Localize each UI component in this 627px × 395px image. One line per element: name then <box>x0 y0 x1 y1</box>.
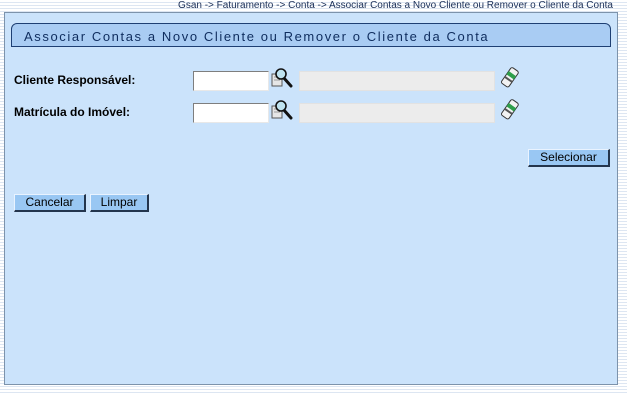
limpar-button[interactable]: Limpar <box>90 194 149 212</box>
search-cliente-icon[interactable] <box>271 67 293 89</box>
breadcrumb: Gsan -> Faturamento -> Conta -> Associar… <box>178 0 613 11</box>
selecionar-button[interactable]: Selecionar <box>528 149 610 167</box>
cliente-nome-field <box>299 71 495 91</box>
eraser-cliente-icon[interactable] <box>499 67 521 89</box>
matricula-descricao-field <box>299 103 495 123</box>
cliente-responsavel-input[interactable] <box>193 71 269 91</box>
eraser-matricula-icon[interactable] <box>499 99 521 121</box>
matricula-imovel-input[interactable] <box>193 103 269 123</box>
page-title-bar: Associar Contas a Novo Cliente ou Remove… <box>11 23 611 47</box>
page-title: Associar Contas a Novo Cliente ou Remove… <box>24 29 490 44</box>
main-panel: Associar Contas a Novo Cliente ou Remove… <box>4 12 618 385</box>
cancelar-button[interactable]: Cancelar <box>14 194 86 212</box>
cliente-responsavel-label: Cliente Responsável: <box>14 73 136 87</box>
search-matricula-icon[interactable] <box>271 99 293 121</box>
matricula-imovel-label: Matrícula do Imóvel: <box>14 105 131 119</box>
